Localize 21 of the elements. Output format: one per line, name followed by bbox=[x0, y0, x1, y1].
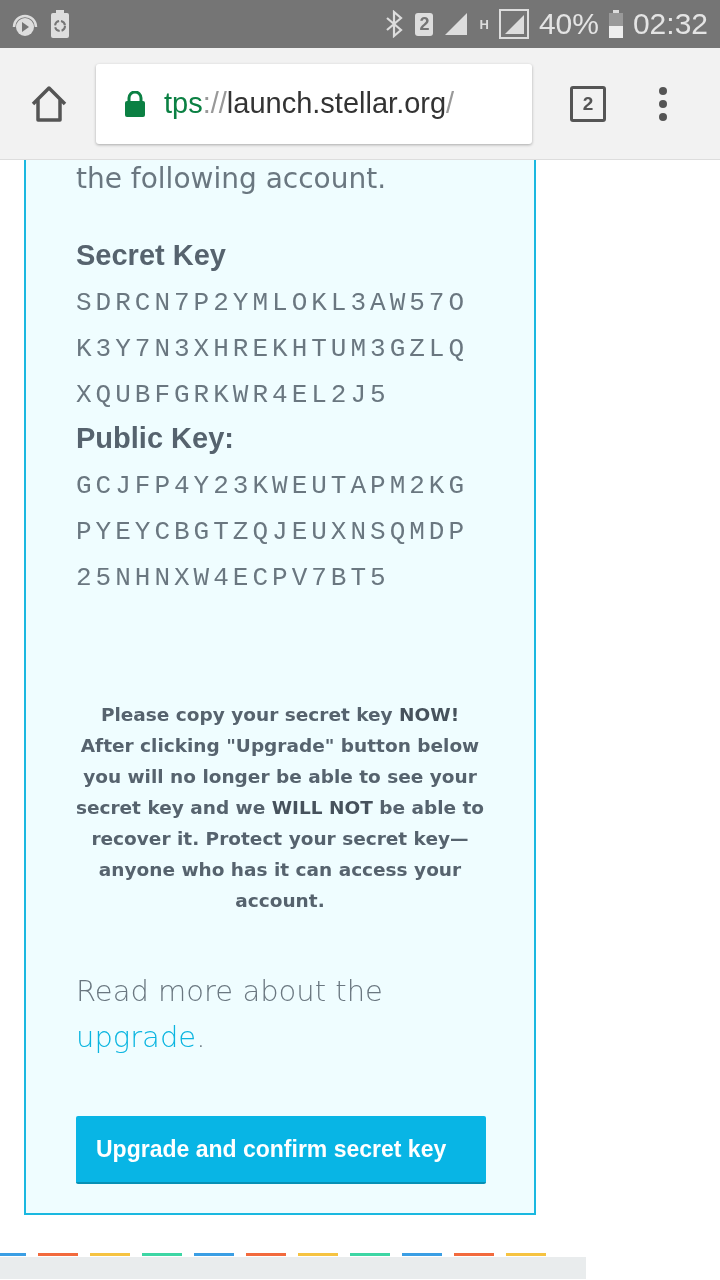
battery-recycle-icon bbox=[50, 9, 70, 39]
read-more-text: Read more about the upgrade. bbox=[76, 973, 384, 1056]
intro-text: the following account. bbox=[76, 162, 388, 195]
signal-icon bbox=[443, 11, 470, 37]
warning-text: Please copy your secret key NOW! After clicking "Upgrade" button below you will no longer be able to see your secret key and we WILL NOT be able to recover it. Protect your secret key—anyone who has it can access your account. bbox=[74, 703, 486, 913]
home-icon[interactable] bbox=[30, 84, 68, 123]
tab-count-button[interactable]: 2 bbox=[570, 85, 606, 122]
secret-key-value: SDRCN7P2YMLOKL3AW57OK3Y7N3XHREKHTUM3GZLQXQUBFGRKWR4EL2J5 bbox=[76, 287, 470, 412]
network-type: H bbox=[479, 16, 489, 32]
url-text: tps://launch.stellar.org/ bbox=[164, 87, 455, 120]
menu-icon[interactable] bbox=[658, 86, 668, 121]
lock-icon bbox=[124, 90, 146, 117]
public-key-label: Public Key: bbox=[76, 422, 235, 455]
battery-icon bbox=[608, 10, 623, 38]
address-bar[interactable]: tps://launch.stellar.org/ bbox=[96, 63, 532, 144]
public-key-value: GCJFP4Y23KWEUTAPM2KGPYEYCBGTZQJEUXNSQMDP25NHNXW4ECPV7BT5 bbox=[76, 470, 470, 595]
sim-badge: 2 bbox=[415, 12, 434, 36]
clock: 02:32 bbox=[632, 7, 708, 41]
signal-icon bbox=[498, 9, 529, 39]
battery-percent: 40% bbox=[538, 7, 599, 41]
secret-key-label: Secret Key bbox=[76, 239, 227, 272]
